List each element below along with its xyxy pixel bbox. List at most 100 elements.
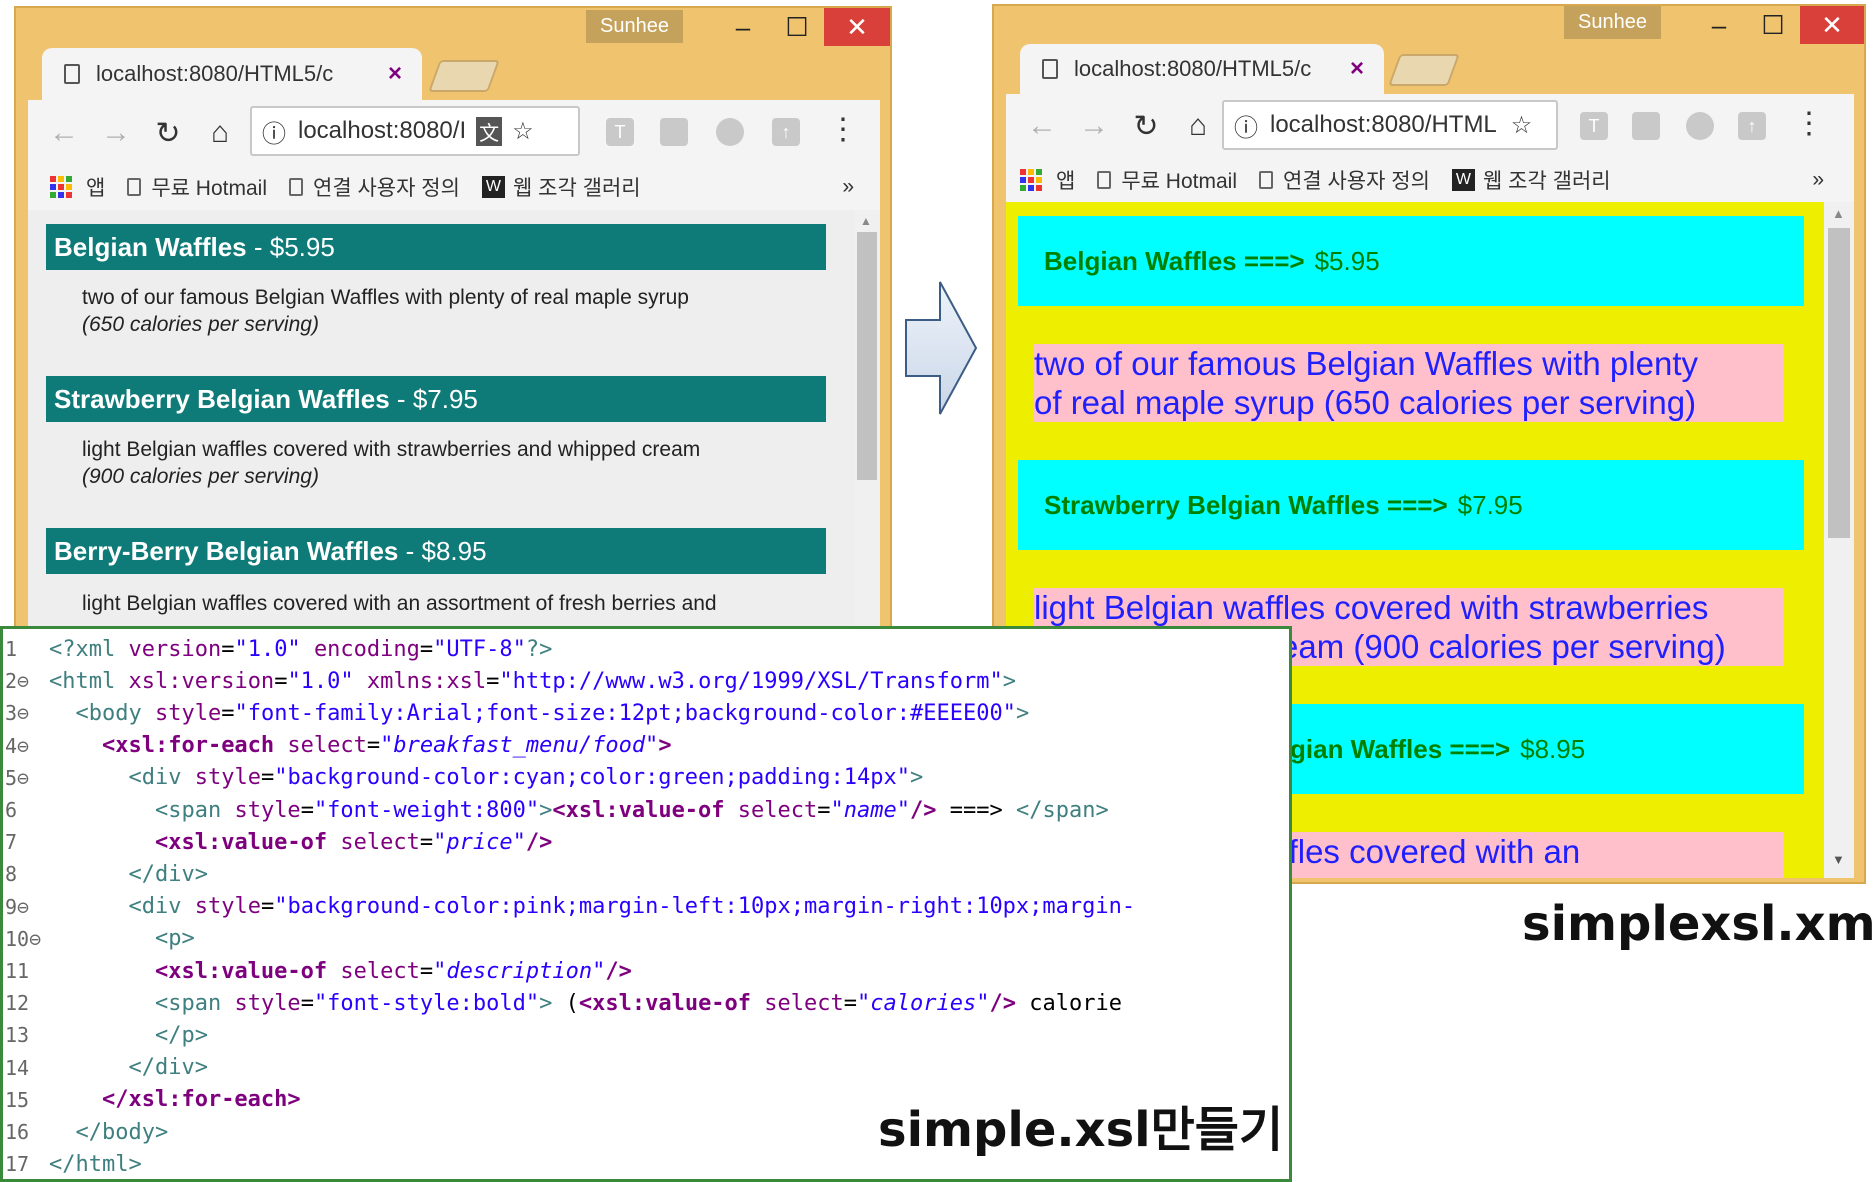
scroll-up-icon[interactable]: ▲ [860, 214, 872, 228]
line-number: 15 [5, 1087, 30, 1112]
bookmark-label: 웹 조각 갤러리 [1483, 170, 1611, 193]
tab-close-icon[interactable]: × [1350, 55, 1364, 83]
scrollbar[interactable]: ▲ ▼ [1824, 202, 1854, 878]
code-token: /> [989, 990, 1016, 1016]
new-tab-button[interactable] [428, 60, 500, 92]
home-icon[interactable]: ⌂ [1172, 109, 1224, 143]
code-token: "font-weight:800" [313, 797, 540, 823]
back-icon[interactable]: ← [38, 116, 90, 150]
code-token: </span> [1016, 797, 1109, 823]
extension-icon[interactable] [716, 118, 744, 146]
extension-icon[interactable]: ↑ [772, 118, 800, 146]
food-header: Belgian Waffles ===> $5.95 [1018, 216, 1804, 306]
bookmark-apps[interactable]: 앱 [1020, 165, 1075, 195]
code-token: "background-color:pink;margin-left:10px;… [274, 894, 1136, 920]
extension-icon[interactable] [1632, 112, 1660, 140]
extension-icon[interactable]: T [606, 118, 634, 146]
code-token: = [843, 990, 858, 1016]
forward-icon[interactable]: → [1068, 109, 1120, 143]
food-description: light Belgian waffles covered with an as… [82, 592, 717, 615]
code-token: <html [49, 668, 129, 694]
bookmark-web-slice[interactable]: W 웹 조각 갤러리 [1451, 165, 1611, 195]
code-text: </xsl:for-each> [49, 1087, 301, 1112]
bookmarks-overflow-icon[interactable]: » [1812, 168, 1824, 192]
new-tab-button[interactable] [1388, 54, 1460, 86]
food-header: Belgian Waffles - $5.95 [46, 224, 826, 270]
description-line: light Belgian waffles covered with straw… [1034, 589, 1709, 626]
extension-icon[interactable] [660, 118, 688, 146]
code-token: <span [154, 797, 235, 823]
extension-icon[interactable] [1686, 112, 1714, 140]
address-bar[interactable]: ⓘ localhost:8080/HTML ☆ [1222, 100, 1558, 150]
scrollbar-thumb[interactable] [857, 232, 877, 480]
minimize-button[interactable]: – [716, 8, 770, 46]
profile-name[interactable]: Sunhee [586, 10, 683, 43]
bookmark-hotmail[interactable]: 무료 Hotmail [1097, 165, 1237, 195]
scrollbar[interactable]: ▲ [854, 210, 880, 646]
bookmark-web-slice[interactable]: W 웹 조각 갤러리 [481, 172, 641, 202]
translate-icon[interactable]: 文 [476, 116, 503, 146]
close-button[interactable]: ✕ [1800, 6, 1864, 44]
code-token: /> [525, 829, 553, 855]
menu-icon[interactable]: ⋮ [1794, 106, 1824, 141]
star-icon[interactable]: ☆ [1511, 111, 1533, 140]
maximize-button[interactable]: ☐ [770, 8, 824, 46]
close-button[interactable]: ✕ [824, 8, 890, 46]
line-number: 5⊖ [5, 765, 30, 790]
line-number: 13 [5, 1023, 30, 1048]
bookmark-custom-links[interactable]: 연결 사용자 정의 [1259, 165, 1430, 195]
menu-icon[interactable]: ⋮ [828, 112, 858, 147]
scrollbar-thumb[interactable] [1828, 228, 1850, 538]
bookmark-hotmail[interactable]: 무료 Hotmail [127, 172, 267, 202]
code-text: <xsl:value-of select="price"/> [49, 830, 552, 855]
food-price: $5.95 [1314, 245, 1380, 276]
maximize-button[interactable]: ☐ [1746, 6, 1800, 44]
address-bar[interactable]: ⓘ localhost:8080/I 文 ☆ [250, 106, 580, 156]
code-token: ( [552, 990, 579, 1016]
home-icon[interactable]: ⌂ [194, 116, 246, 150]
food-price: $8.95 [1520, 733, 1586, 764]
code-token: select [340, 958, 420, 984]
code-token: > [539, 990, 553, 1016]
bookmarks-overflow-icon[interactable]: » [842, 175, 854, 199]
food-price: $7.95 [412, 383, 478, 414]
scroll-down-icon[interactable]: ▼ [1832, 852, 1845, 867]
bookmark-custom-links[interactable]: 연결 사용자 정의 [289, 172, 460, 202]
code-token: > [1002, 668, 1016, 694]
reload-icon[interactable]: ↻ [142, 116, 194, 151]
line-number: 2⊖ [5, 669, 30, 694]
code-token: ?> [525, 636, 553, 662]
description-line: two of our famous Belgian Waffles with p… [1034, 345, 1698, 382]
address-text: localhost:8080/I [298, 117, 467, 144]
code-token: "calories" [857, 990, 990, 1016]
description-line: of real maple syrup (650 calories per se… [1034, 384, 1697, 421]
code-caption: simple.xsl만들기 [878, 1102, 1284, 1158]
tab-close-icon[interactable]: × [388, 60, 402, 88]
bookmark-label: 무료 Hotmail [1121, 170, 1237, 193]
star-icon[interactable]: ☆ [512, 117, 534, 146]
info-icon: ⓘ [262, 120, 286, 148]
back-icon[interactable]: ← [1016, 109, 1068, 143]
code-token: = [419, 958, 434, 984]
extension-icon[interactable]: ↑ [1738, 112, 1766, 140]
profile-name[interactable]: Sunhee [1564, 6, 1661, 39]
line-number: 8 [5, 862, 18, 887]
minimize-button[interactable]: – [1692, 6, 1746, 44]
browser-tab[interactable]: localhost:8080/HTML5/c × [1020, 44, 1384, 94]
reload-icon[interactable]: ↻ [1120, 109, 1172, 144]
address-text: localhost:8080/HTML [1270, 111, 1497, 138]
code-token: xml [75, 636, 129, 662]
line-number: 12 [5, 991, 30, 1016]
scroll-up-icon[interactable]: ▲ [1832, 206, 1845, 221]
extension-icon[interactable]: T [1580, 112, 1608, 140]
bookmark-apps[interactable]: 앱 [50, 172, 105, 202]
browser-tab[interactable]: localhost:8080/HTML5/c × [42, 48, 422, 100]
code-line: 16 </body> [3, 1116, 168, 1148]
forward-icon[interactable]: → [90, 116, 142, 150]
line-number: 14 [5, 1055, 30, 1080]
